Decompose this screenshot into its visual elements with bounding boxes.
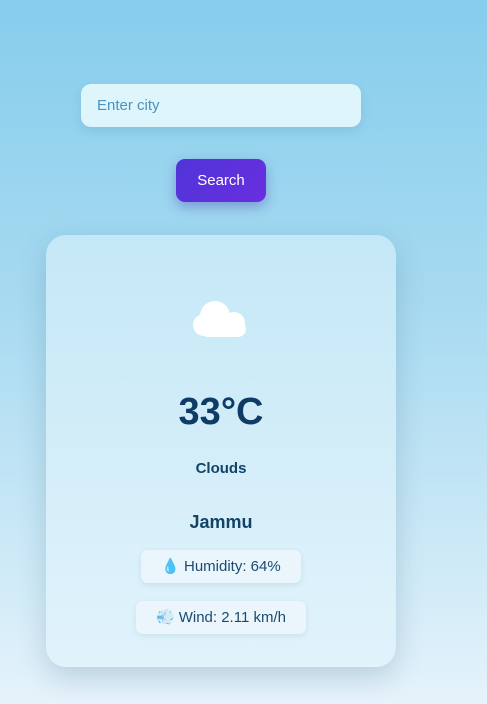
city-name: Jammu	[189, 512, 253, 532]
humidity-stat: 💧 Humidity: 64%	[141, 550, 301, 583]
droplet-icon: 💧	[161, 558, 180, 575]
wind-label: Wind: 2.11 km/h	[178, 609, 286, 626]
cloud-icon	[193, 301, 246, 337]
temperature: 33°C	[178, 391, 264, 433]
humidity-label: Humidity: 64%	[183, 558, 281, 575]
wind-icon: 💨	[156, 609, 175, 626]
weather-card: 33°C Clouds Jammu 💧 Humidity: 64% 💨 Wind: …	[46, 235, 396, 667]
wind-stat: 💨 Wind: 2.11 km/h	[136, 601, 306, 634]
search-button[interactable]: Search	[176, 159, 266, 202]
city-search-input[interactable]	[81, 84, 361, 127]
weather-description: Clouds	[195, 460, 247, 477]
